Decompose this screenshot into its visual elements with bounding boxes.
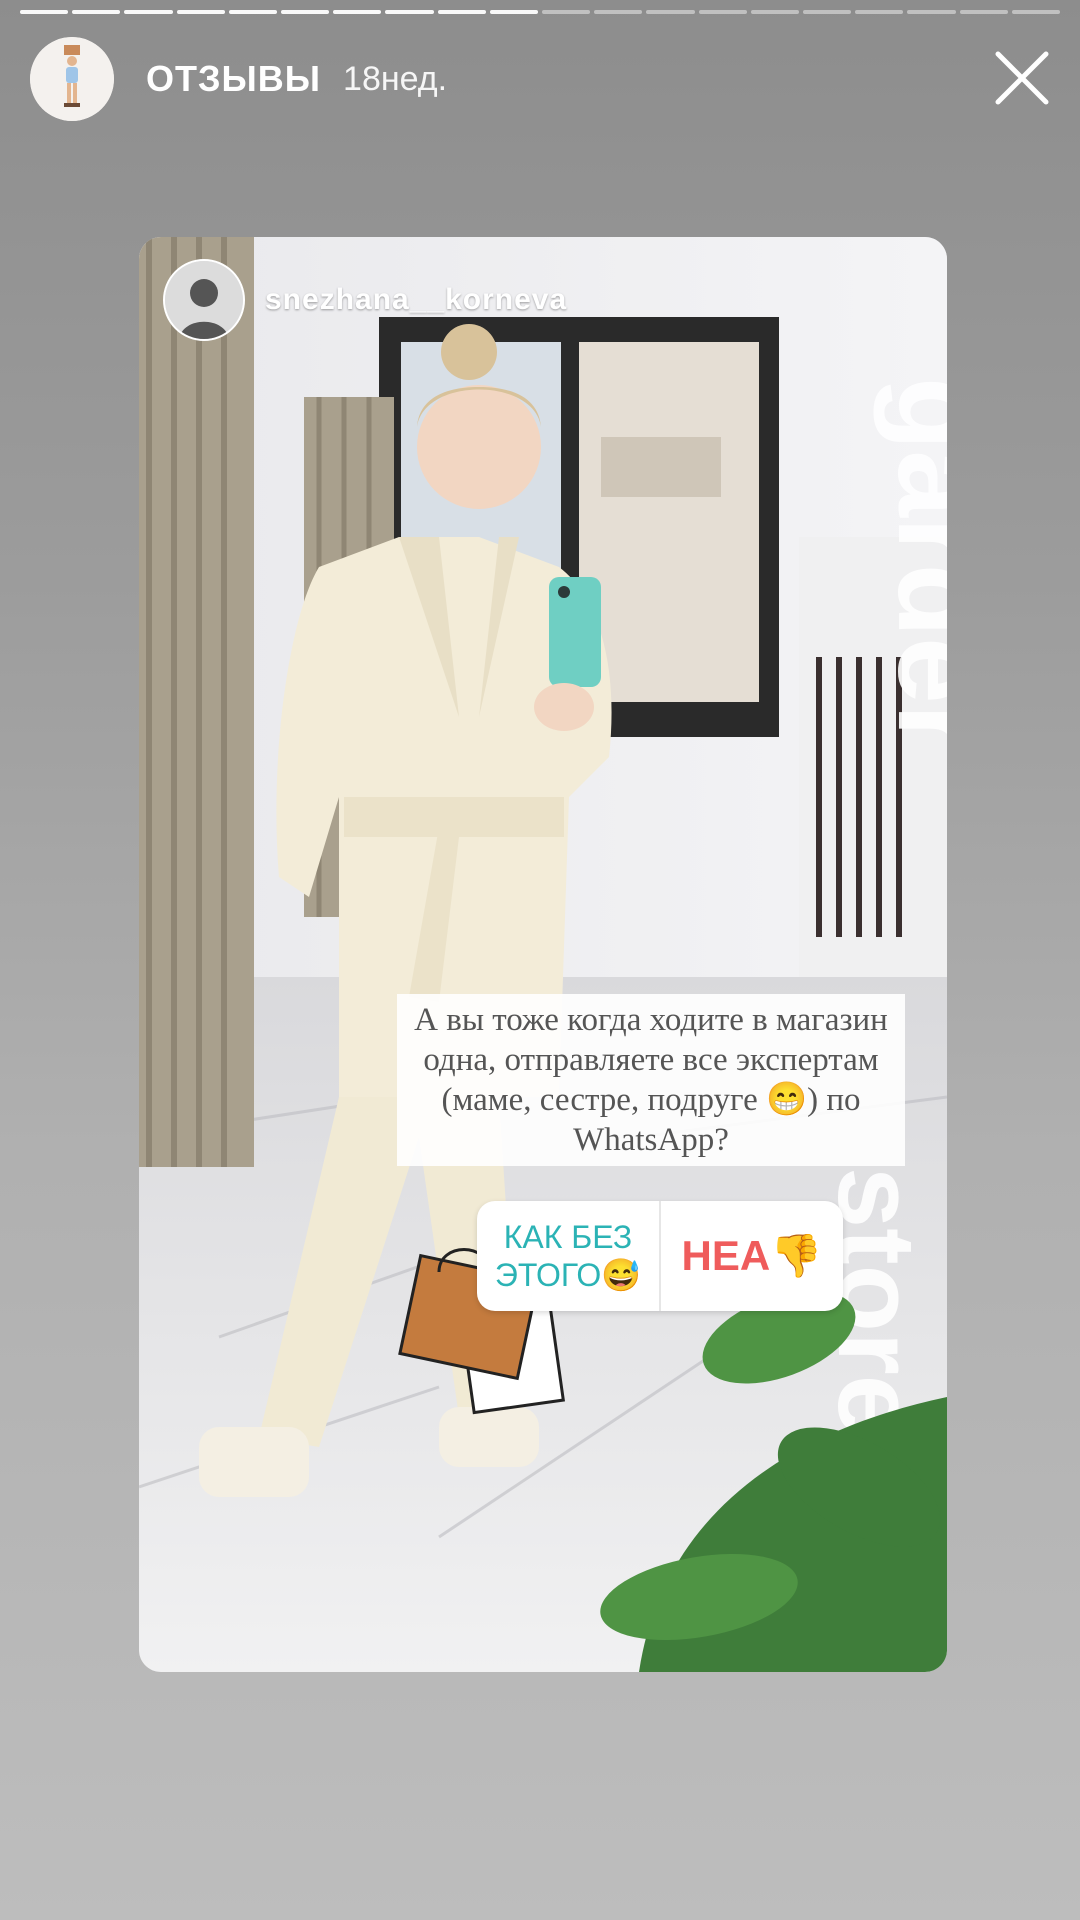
progress-segment bbox=[542, 10, 591, 14]
progress-segment bbox=[907, 10, 956, 14]
story-account-name[interactable]: ОТЗЫВЫ bbox=[146, 58, 321, 100]
profile-avatar[interactable] bbox=[30, 37, 114, 121]
progress-segment bbox=[333, 10, 382, 14]
poll-sticker: КАК БЕЗ ЭТОГО😅 НЕА👎 bbox=[477, 1201, 843, 1311]
progress-segment bbox=[385, 10, 434, 14]
close-icon bbox=[995, 51, 1049, 105]
poll-option-no[interactable]: НЕА👎 bbox=[661, 1201, 843, 1311]
progress-segment bbox=[750, 10, 800, 14]
progress-segment bbox=[437, 10, 486, 14]
story-photo: garder store bbox=[139, 237, 947, 1672]
story-progress-bar bbox=[20, 10, 1061, 16]
progress-segment bbox=[855, 10, 904, 14]
question-sticker: А вы тоже когда ходите в магазин одна, о… bbox=[397, 994, 905, 1166]
story-card[interactable]: garder store snezhana__korneva А вы тоже… bbox=[139, 237, 947, 1672]
progress-segment bbox=[72, 10, 121, 14]
progress-segment bbox=[646, 10, 695, 14]
progress-segment bbox=[281, 10, 330, 14]
card-username[interactable]: snezhana__korneva bbox=[265, 283, 567, 317]
svg-text:garder: garder bbox=[873, 377, 947, 750]
story-header: ОТЗЫВЫ 18нед. bbox=[30, 36, 1050, 122]
story-timestamp: 18нед. bbox=[343, 59, 448, 98]
profile-avatar-icon bbox=[30, 37, 114, 121]
progress-segment bbox=[803, 10, 852, 14]
progress-segment bbox=[1011, 10, 1061, 14]
card-user-avatar[interactable] bbox=[163, 259, 245, 341]
progress-segment bbox=[228, 10, 278, 14]
progress-segment bbox=[698, 10, 747, 14]
progress-segment bbox=[20, 10, 69, 14]
user-avatar-icon bbox=[165, 261, 243, 339]
close-button[interactable] bbox=[994, 50, 1050, 106]
progress-segment bbox=[176, 10, 225, 14]
progress-segment bbox=[124, 10, 173, 14]
progress-segment bbox=[489, 10, 539, 14]
progress-segment bbox=[959, 10, 1008, 14]
poll-option-yes[interactable]: КАК БЕЗ ЭТОГО😅 bbox=[477, 1201, 661, 1311]
card-header: snezhana__korneva bbox=[163, 259, 567, 341]
progress-segment bbox=[594, 10, 643, 14]
